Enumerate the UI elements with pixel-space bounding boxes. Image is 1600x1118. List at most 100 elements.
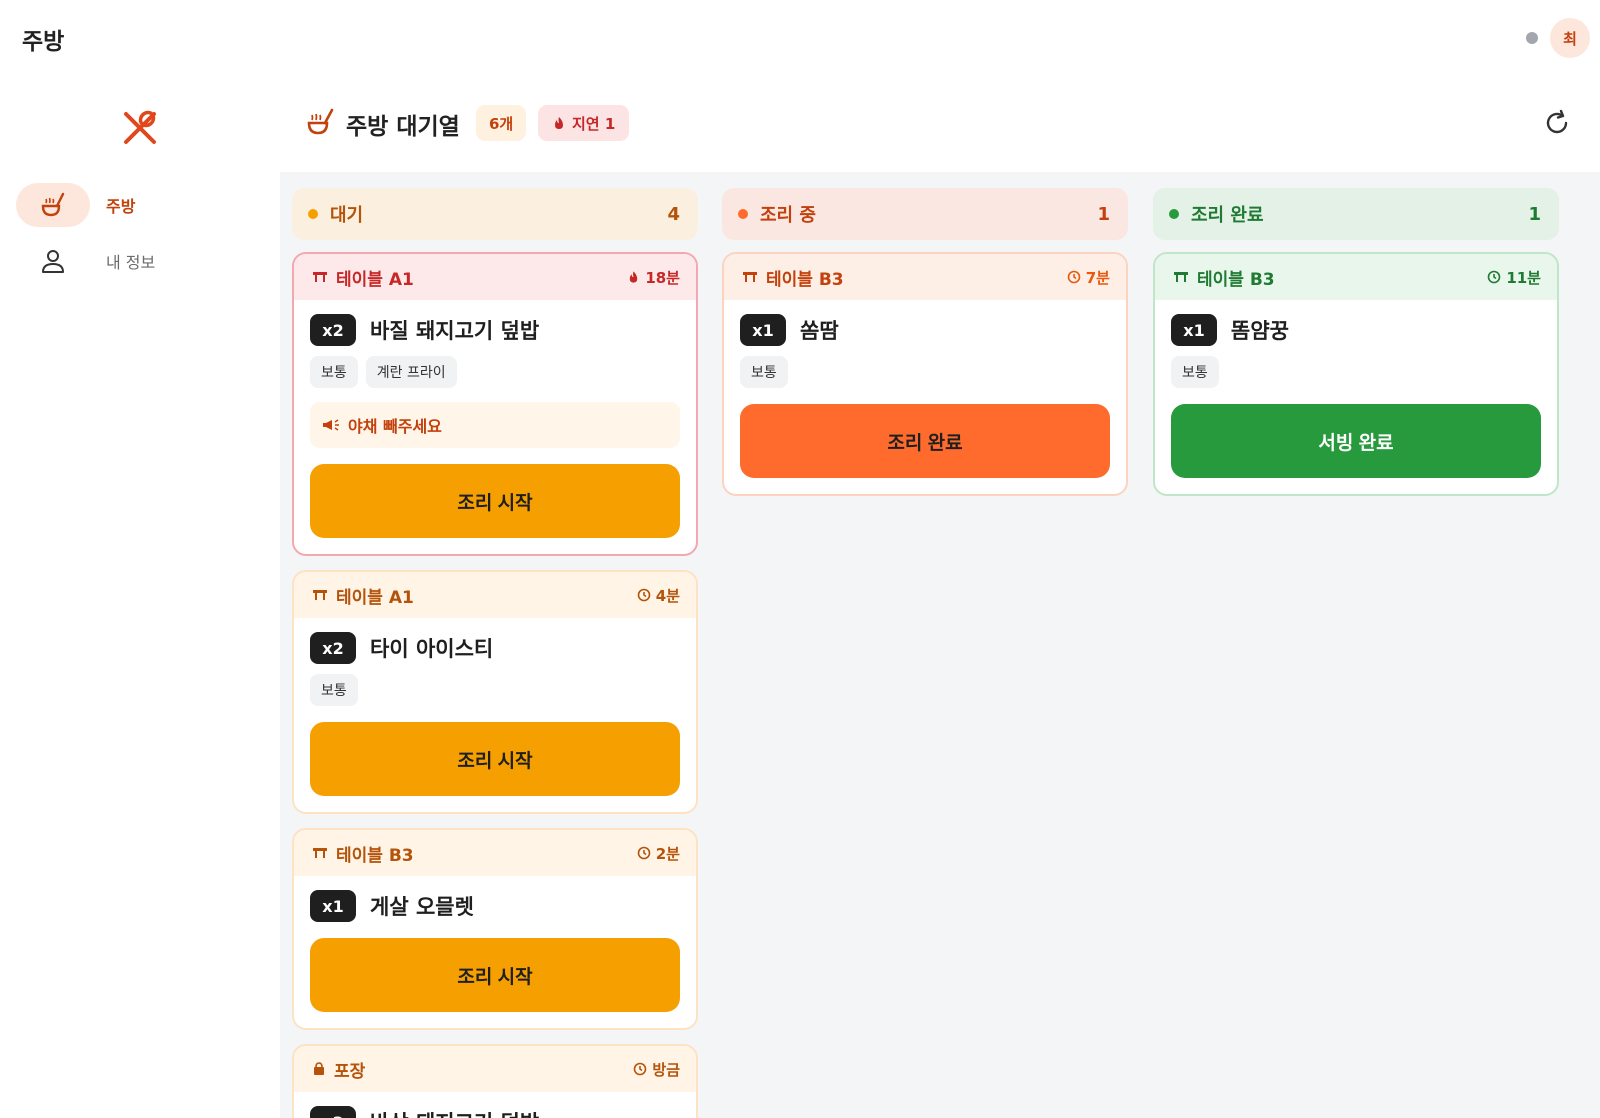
order-card-body: x1 쏨땀 보통 조리 완료 xyxy=(724,300,1126,494)
connection-status-dot xyxy=(1526,32,1538,44)
order-card-header: 테이블 A1 18분 xyxy=(294,254,696,300)
elapsed-time: 2분 xyxy=(637,843,680,864)
elapsed-time: 11분 xyxy=(1487,267,1541,288)
column-done: 조리 완료 1 테이블 B3 11분 x1 똠얌꿍 보통 서빙 완료 xyxy=(1153,188,1559,510)
order-card-header: 테이블 B3 2분 xyxy=(294,830,696,876)
ladle-icon xyxy=(41,192,65,217)
elapsed-time-label: 7분 xyxy=(1085,268,1110,287)
user-icon xyxy=(42,250,64,273)
column-header-cooking: 조리 중 1 xyxy=(722,188,1128,240)
start-cooking-button[interactable]: 조리 시작 xyxy=(310,464,680,538)
column-name: 조리 중 xyxy=(760,205,816,226)
start-cooking-button[interactable]: 조리 시작 xyxy=(310,938,680,1012)
sidebar-item-kitchen[interactable]: 주방 xyxy=(16,182,266,228)
column-header-done: 조리 완료 1 xyxy=(1153,188,1559,240)
sidebar-item-profile-pill xyxy=(16,239,90,283)
column-cooking: 조리 중 1 테이블 B3 7분 x1 쏨땀 보통 조리 완료 xyxy=(722,188,1128,510)
status-dot xyxy=(1169,209,1179,219)
order-card: 테이블 B3 2분 x1 게살 오믈렛 조리 시작 xyxy=(292,828,698,1030)
app-title: 주방 xyxy=(22,29,65,55)
sidebar-item-label: 내 정보 xyxy=(106,253,156,272)
table-name: 테이블 B3 xyxy=(1197,269,1275,290)
menu-item-name: 똠얌꿍 xyxy=(1231,319,1289,343)
clock-icon xyxy=(1067,270,1081,284)
order-note-text: 야채 빼주세요 xyxy=(348,417,442,436)
elapsed-time: 방금 xyxy=(633,1059,680,1080)
order-card: 테이블 A1 4분 x2 타이 아이스티 보통 조리 시작 xyxy=(292,570,698,814)
column-count: 4 xyxy=(667,203,680,225)
table-icon xyxy=(1174,272,1188,282)
elapsed-time: 4분 xyxy=(637,585,680,606)
table-icon xyxy=(313,848,327,858)
column-count: 1 xyxy=(1528,203,1541,225)
table-icon xyxy=(313,590,327,600)
table-name: 테이블 B3 xyxy=(336,845,414,866)
quantity-badge: x2 xyxy=(310,632,356,664)
clock-icon xyxy=(637,846,651,860)
elapsed-time-label: 2분 xyxy=(655,844,680,863)
order-card-body: x2 타이 아이스티 보통 조리 시작 xyxy=(294,618,696,812)
sidebar-item-kitchen-pill xyxy=(16,183,90,227)
refresh-icon[interactable] xyxy=(1542,108,1572,138)
order-count-badge: 6개 xyxy=(476,105,527,141)
order-card-body: x2 바삭 돼지고기 덮밥 xyxy=(294,1092,696,1118)
flame-icon xyxy=(630,271,638,283)
flame-icon xyxy=(555,117,563,129)
sidebar: 주방 내 정보 xyxy=(0,78,280,1118)
table-name: 테이블 B3 xyxy=(766,269,844,290)
table-name: 테이블 A1 xyxy=(336,269,414,290)
queue-header: 주방 대기열 6개 지연 1 xyxy=(280,78,1600,172)
quantity-badge: x2 xyxy=(310,314,356,346)
elapsed-time-label: 11분 xyxy=(1506,268,1541,287)
delay-badge-label: 지연 1 xyxy=(572,114,616,133)
order-note: 야채 빼주세요 xyxy=(310,402,680,448)
order-card: 테이블 B3 11분 x1 똠얌꿍 보통 서빙 완료 xyxy=(1153,252,1559,496)
menu-item-name: 게살 오믈렛 xyxy=(370,895,474,919)
sidebar-item-profile[interactable]: 내 정보 xyxy=(16,238,266,284)
order-card-header: 포장 방금 xyxy=(294,1046,696,1092)
clock-icon xyxy=(1488,270,1501,284)
serve-complete-button[interactable]: 서빙 완료 xyxy=(1171,404,1541,478)
option-tag: 보통 xyxy=(310,356,358,388)
elapsed-time-label: 18분 xyxy=(645,268,680,287)
option-tag: 계란 프라이 xyxy=(365,356,457,388)
elapsed-time: 18분 xyxy=(627,267,680,288)
order-card-header: 테이블 B3 11분 xyxy=(1155,254,1557,300)
kanban-board: 대기 4 테이블 A1 18분 x2 바질 돼지고기 덮밥 보통 계란 프라이 … xyxy=(280,172,1600,1118)
elapsed-time-label: 4분 xyxy=(655,586,680,605)
menu-item-name: 쏨땀 xyxy=(800,319,839,343)
quantity-badge: x1 xyxy=(310,890,356,922)
finish-cooking-button[interactable]: 조리 완료 xyxy=(740,404,1110,478)
order-card-header: 테이블 B3 7분 xyxy=(724,254,1126,300)
column-name: 대기 xyxy=(330,205,364,226)
quantity-badge: x1 xyxy=(1171,314,1217,346)
table-icon xyxy=(313,272,327,282)
order-card-body: x1 게살 오믈렛 조리 시작 xyxy=(294,876,696,1028)
menu-item-name: 바질 돼지고기 덮밥 xyxy=(370,319,540,343)
table-name: 포장 xyxy=(334,1061,366,1082)
order-card-header: 테이블 A1 4분 xyxy=(294,572,696,618)
ladle-icon xyxy=(307,108,334,135)
elapsed-time: 7분 xyxy=(1067,267,1110,288)
order-card-body: x1 똠얌꿍 보통 서빙 완료 xyxy=(1155,300,1557,494)
order-card: 테이블 A1 18분 x2 바질 돼지고기 덮밥 보통 계란 프라이 야채 빼주… xyxy=(292,252,698,556)
takeout-bag-icon xyxy=(314,1062,324,1075)
start-cooking-button[interactable]: 조리 시작 xyxy=(310,722,680,796)
menu-item-name: 바삭 돼지고기 덮밥 xyxy=(370,1107,539,1118)
column-name: 조리 완료 xyxy=(1191,205,1264,226)
page-title: 주방 대기열 xyxy=(346,114,460,140)
sidebar-item-label: 주방 xyxy=(106,197,136,216)
delay-badge: 지연 1 xyxy=(538,105,630,141)
order-card: 테이블 B3 7분 x1 쏨땀 보통 조리 완료 xyxy=(722,252,1128,496)
order-card-body: x2 바질 돼지고기 덮밥 보통 계란 프라이 야채 빼주세요 조리 시작 xyxy=(294,300,696,554)
column-count: 1 xyxy=(1097,203,1110,225)
option-tag: 보통 xyxy=(1171,356,1219,388)
utensils-logo-icon xyxy=(124,110,156,144)
elapsed-time-label: 방금 xyxy=(652,1060,680,1079)
menu-item-name: 타이 아이스티 xyxy=(370,637,494,661)
avatar[interactable]: 최 xyxy=(1550,18,1590,58)
status-dot xyxy=(738,209,748,219)
option-tag: 보통 xyxy=(310,674,358,706)
top-bar: 주방 최 xyxy=(0,0,1600,78)
clock-icon xyxy=(634,1062,647,1076)
